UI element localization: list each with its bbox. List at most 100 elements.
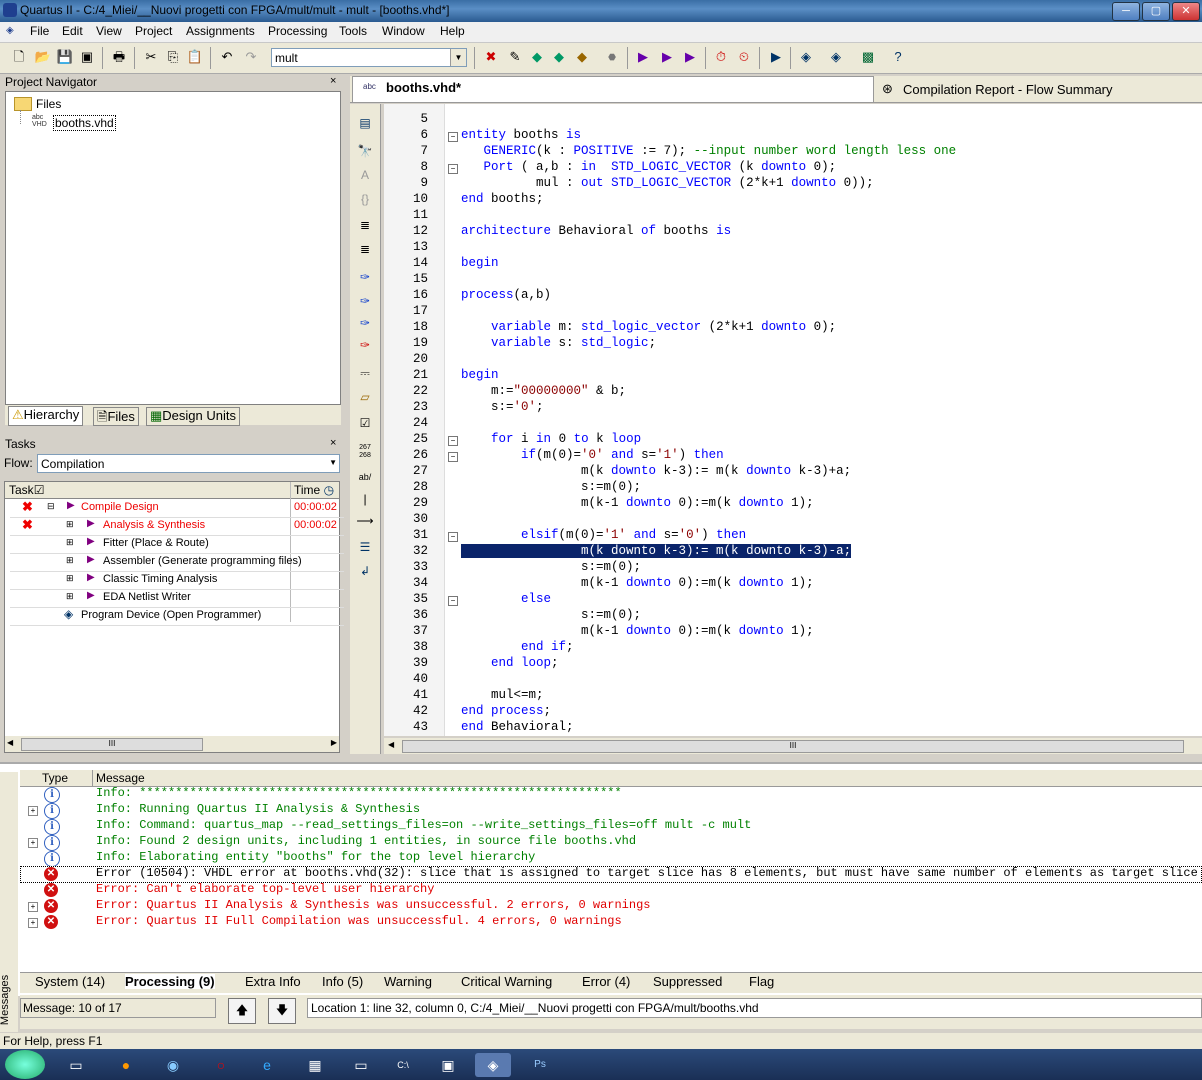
replace-icon[interactable]: A xyxy=(356,166,374,184)
flow-select[interactable]: Compilation ▼ xyxy=(37,454,340,473)
tab-hierarchy[interactable]: ⚠Hierarchy xyxy=(8,406,84,426)
tab-files[interactable]: 🗎Files xyxy=(93,407,139,426)
folder-icon[interactable]: ▭ xyxy=(343,1053,379,1077)
help-icon[interactable]: ? xyxy=(889,48,907,66)
code-line[interactable]: m(k downto k-3):= m(k downto k-3)-a; xyxy=(461,544,852,558)
tab-critical-warning[interactable]: Critical Warning xyxy=(461,974,552,989)
unindent-icon[interactable]: ≣ xyxy=(356,240,374,258)
file-booths-vhd[interactable]: booths.vhd xyxy=(53,115,116,131)
code-line[interactable]: end Behavioral; xyxy=(461,720,574,734)
timing-analyzer-icon[interactable]: ⏱ xyxy=(712,48,730,66)
paint-icon[interactable]: ▦ xyxy=(297,1053,333,1077)
fold-icon[interactable]: − xyxy=(448,132,458,142)
close-button[interactable]: ✕ xyxy=(1172,2,1200,21)
message-row[interactable]: Info: Found 2 design units, including 1 … xyxy=(96,834,636,848)
open-folder-icon[interactable]: 📂 xyxy=(34,48,52,66)
braces-icon[interactable]: {} xyxy=(356,190,374,208)
code-line[interactable]: m(k-1 downto 0):=m(k downto 1); xyxy=(461,624,814,638)
programmer-icon[interactable]: ◈ xyxy=(797,48,815,66)
play-icon[interactable]: ▶ xyxy=(87,554,95,565)
tasks-close-icon[interactable]: × xyxy=(330,437,336,449)
messenger-icon[interactable]: ◉ xyxy=(155,1053,191,1077)
code-line[interactable]: Port ( a,b : in STD_LOGIC_VECTOR (k down… xyxy=(461,160,837,174)
indent-icon[interactable]: ≣ xyxy=(356,216,374,234)
code-line[interactable]: begin xyxy=(461,256,499,270)
menu-processing[interactable]: Processing xyxy=(268,24,327,38)
chevron-down-icon[interactable]: ▼ xyxy=(450,49,466,66)
tab-design-units[interactable]: ▦Design Units xyxy=(146,407,240,426)
signaltap-icon[interactable]: ◈ xyxy=(827,48,845,66)
tasks-hscrollbar[interactable]: ◀ III ▶ xyxy=(5,736,339,752)
code-line[interactable]: s:=m(0); xyxy=(461,608,641,622)
menu-edit[interactable]: Edit xyxy=(62,24,83,38)
code-line[interactable]: s:='0'; xyxy=(461,400,544,414)
code-line[interactable]: end process; xyxy=(461,704,551,718)
command-prompt-icon[interactable]: C:\ xyxy=(385,1053,421,1077)
editor-hscrollbar[interactable]: ◀ III xyxy=(384,738,1202,754)
code-line[interactable]: mul<=m; xyxy=(461,688,544,702)
play-icon[interactable]: ▶ xyxy=(87,518,95,529)
menu-file[interactable]: File xyxy=(30,24,49,38)
print-icon[interactable]: 🖶 xyxy=(110,48,128,66)
menu-window[interactable]: Window xyxy=(382,24,425,38)
start-compilation-icon[interactable]: ▶ xyxy=(634,48,652,66)
scrollbar-thumb[interactable]: III xyxy=(21,738,203,751)
tab-flag[interactable]: Flag xyxy=(749,974,774,989)
message-row[interactable]: Info: **********************************… xyxy=(96,786,622,800)
line-number-icon[interactable]: 267 268 xyxy=(356,444,374,462)
fold-icon[interactable]: − xyxy=(448,452,458,462)
tab-compilation-report[interactable]: ⊛ Compilation Report - Flow Summary xyxy=(875,78,1200,101)
code-line[interactable]: architecture Behavioral of booths is xyxy=(461,224,731,238)
code-line[interactable]: end if; xyxy=(461,640,574,654)
quartus-taskbar-icon[interactable]: ◈ xyxy=(475,1053,511,1077)
task-row-eda-netlist[interactable]: ⊞ ▶ EDA Netlist Writer xyxy=(10,589,344,608)
code-line[interactable]: begin xyxy=(461,368,499,382)
chevron-down-icon[interactable]: ▼ xyxy=(329,458,337,467)
code-line[interactable]: GENERIC(k : POSITIVE := 7); --input numb… xyxy=(461,144,957,158)
expand-icon[interactable]: ⊞ xyxy=(66,591,74,602)
code-line[interactable]: for i in 0 to k loop xyxy=(461,432,641,446)
collapse-icon[interactable]: ⊟ xyxy=(47,501,55,512)
code-line[interactable]: variable m: std_logic_vector (2*k+1 down… xyxy=(461,320,836,334)
simulation-icon[interactable]: ▶ xyxy=(767,48,785,66)
fold-icon[interactable]: − xyxy=(448,164,458,174)
minimize-button[interactable]: ─ xyxy=(1112,2,1140,21)
start-synthesis-icon[interactable]: ▶ xyxy=(681,48,699,66)
tab-error[interactable]: Error (4) xyxy=(582,974,630,989)
start-analysis-icon[interactable]: ▶ xyxy=(658,48,676,66)
app-menu-icon[interactable]: ◈ xyxy=(6,25,14,36)
cut-icon[interactable]: ✂ xyxy=(142,48,160,66)
check-icon[interactable]: ☑ xyxy=(356,414,374,432)
expand-icon[interactable]: + xyxy=(28,838,38,848)
restore-button[interactable]: ▢ xyxy=(1142,2,1170,21)
paste-icon[interactable]: 📋 xyxy=(186,48,204,66)
message-row[interactable]: Info: Command: quartus_map --read_settin… xyxy=(96,818,751,832)
firefox-icon[interactable]: ● xyxy=(108,1053,144,1077)
pin-planner-icon[interactable]: ✎ xyxy=(506,48,524,66)
files-root[interactable]: Files xyxy=(36,97,61,111)
play-icon[interactable]: ▶ xyxy=(87,572,95,583)
expand-icon[interactable]: ⊞ xyxy=(66,537,74,548)
word-wrap-icon[interactable]: ab/ xyxy=(356,468,374,486)
message-row[interactable]: Info: Elaborating entity "booths" for th… xyxy=(96,850,535,864)
task-row-timing-analysis[interactable]: ⊞ ▶ Classic Timing Analysis xyxy=(10,571,344,590)
arrow-right-icon[interactable]: ⟶ xyxy=(356,512,374,530)
attach-icon[interactable]: ⎓ xyxy=(356,364,374,382)
expand-icon[interactable]: + xyxy=(28,806,38,816)
fold-icon[interactable]: − xyxy=(448,596,458,606)
message-column-header[interactable]: Message xyxy=(96,771,145,785)
play-icon[interactable]: ▶ xyxy=(87,536,95,547)
opera-icon[interactable]: ○ xyxy=(203,1053,239,1077)
insert-template-icon[interactable]: ▤ xyxy=(356,114,374,132)
settings-icon[interactable]: ◆ xyxy=(528,48,546,66)
prev-bookmark-icon[interactable]: ✑ xyxy=(356,314,374,332)
expand-icon[interactable]: ⊞ xyxy=(66,555,74,566)
internet-explorer-icon[interactable]: e xyxy=(249,1053,285,1077)
task-row-program-device[interactable]: ◈ Program Device (Open Programmer) xyxy=(10,607,344,626)
assignment-editor-icon[interactable]: ✖ xyxy=(482,48,500,66)
list-icon[interactable]: ☰ xyxy=(356,538,374,556)
menu-tools[interactable]: Tools xyxy=(339,24,367,38)
photoshop-icon[interactable]: Ps xyxy=(522,1053,558,1077)
code-line[interactable]: end loop; xyxy=(461,656,559,670)
code-line[interactable]: m(k-1 downto 0):=m(k downto 1); xyxy=(461,576,814,590)
